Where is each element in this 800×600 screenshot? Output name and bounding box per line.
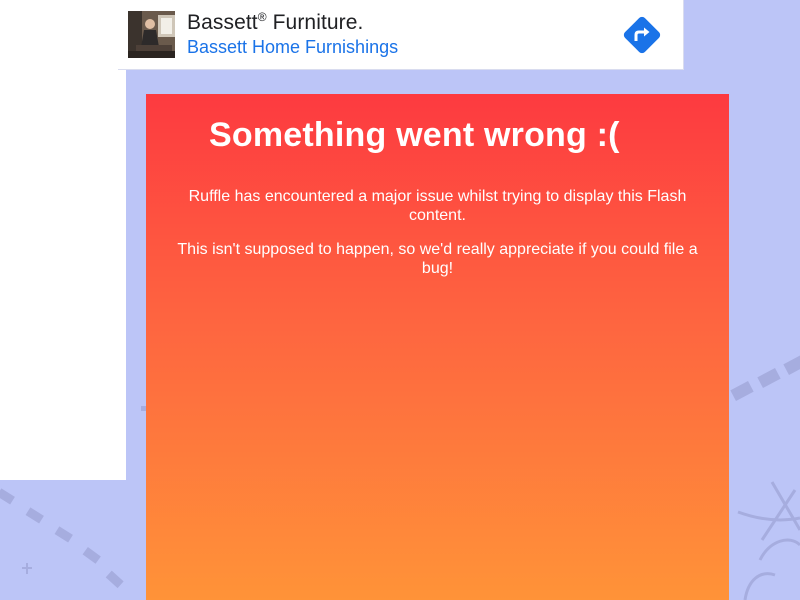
- error-message-secondary: This isn't supposed to happen, so we'd r…: [177, 241, 698, 277]
- error-title: Something went wrong :(: [209, 116, 620, 154]
- ad-subtitle[interactable]: Bassett Home Furnishings: [187, 37, 398, 58]
- left-content-panel: [0, 0, 126, 480]
- ad-banner[interactable]: Bassett® Furniture. Bassett Home Furnish…: [118, 0, 684, 70]
- ruffle-error-panel: Something went wrong :( Ruffle has encou…: [146, 94, 729, 600]
- ad-title[interactable]: Bassett® Furniture.: [187, 10, 364, 35]
- registered-mark: ®: [257, 10, 267, 24]
- error-message-primary: Ruffle has encountered a major issue whi…: [188, 188, 687, 224]
- ad-thumbnail-image[interactable]: [128, 11, 175, 58]
- directions-arrow-icon[interactable]: [618, 11, 666, 59]
